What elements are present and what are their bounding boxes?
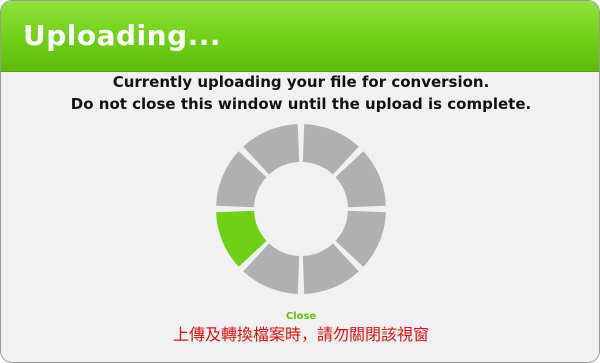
upload-message-line-2: Do not close this window until the uploa… [70,95,532,113]
chinese-warning-text: 上傳及轉換檔案時，請勿關閉該視窗 [172,325,429,344]
dialog-titlebar: Uploading... [1,1,599,72]
dialog-title: Uploading... [23,19,222,52]
upload-dialog: Uploading... Currently uploading your fi… [0,0,600,363]
loading-spinner-icon [216,124,386,294]
upload-message-line-1: Currently uploading your file for conver… [112,73,490,91]
